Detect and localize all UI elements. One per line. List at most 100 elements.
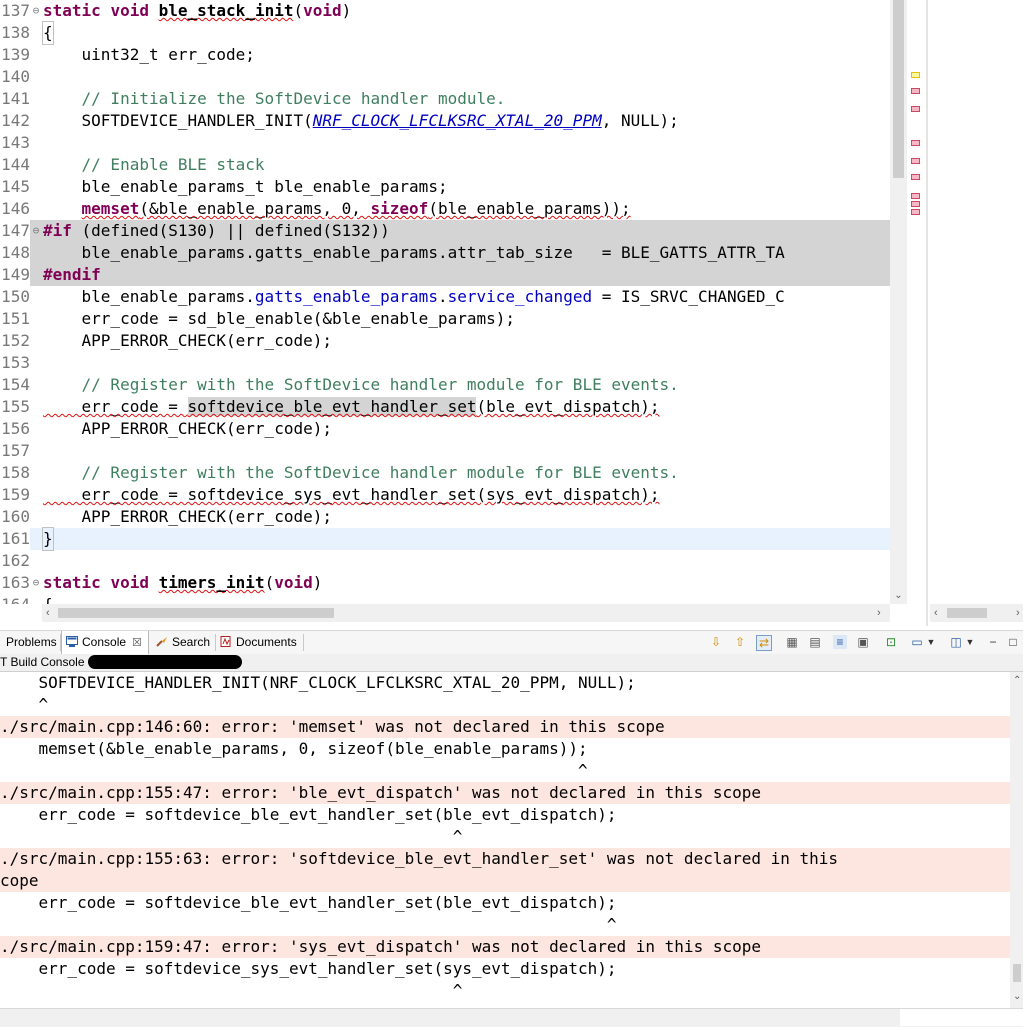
code-line-163[interactable]: 163 ⊖ static void timers_init(void) [0,572,892,594]
line-number: 156 [0,418,30,440]
code-line-140[interactable]: 140 [0,66,892,88]
code-line-162[interactable]: 162 [0,550,892,572]
word-wrap-icon[interactable]: ≡ [833,635,847,649]
code-line-152[interactable]: 152 APP_ERROR_CHECK(err_code); [0,330,892,352]
code-line-137[interactable]: 137 ⊖ static void ble_stack_init(void) [0,0,892,22]
line-number: 141 [0,88,30,110]
scroll-down-arrow-icon[interactable]: ⌄ [1013,988,1021,1006]
console-vertical-scrollbar[interactable] [1010,672,1023,1008]
tab-divider [303,634,304,651]
code-line-158[interactable]: 158 // Register with the SoftDevice hand… [0,462,892,484]
code-line-164[interactable]: 164 { [0,594,892,604]
code-comment: // Register with the SoftDevice handler … [43,463,679,482]
code-line-154[interactable]: 154 // Register with the SoftDevice hand… [0,374,892,396]
code-line-149[interactable]: 149 #endif [0,264,892,286]
code-line-141[interactable]: 141 // Initialize the SoftDevice handler… [0,88,892,110]
code-line-144[interactable]: 144 // Enable BLE stack [0,154,892,176]
code-line-145[interactable]: 145 ble_enable_params_t ble_enable_param… [0,176,892,198]
error-marker-icon[interactable] [911,174,920,180]
code-line-161[interactable]: 161 } [0,527,892,551]
line-number: 146 [0,198,30,220]
scroll-lock-icon[interactable]: ⇄ [756,635,772,651]
code-line-146[interactable]: 146 memset(&ble_enable_params, 0, sizeof… [0,198,892,220]
scroll-to-previous-icon[interactable]: ⇧ [733,635,747,649]
tab-search-label: Search [172,635,211,649]
code-line-153[interactable]: 153 [0,352,892,374]
editor-vertical-scroll-thumb[interactable] [893,0,904,178]
code-text: ble_enable_params.gatts_enable_params.at… [43,243,785,262]
code-line-148[interactable]: 148 ble_enable_params.gatts_enable_param… [0,242,892,264]
status-area [900,1009,1023,1026]
code-line-142[interactable]: 142 SOFTDEVICE_HANDLER_INIT(NRF_CLOCK_LF… [0,110,892,132]
dropdown-arrow-icon[interactable]: ▼ [924,635,938,649]
minimize-icon[interactable]: − [986,635,1000,649]
code-line-150[interactable]: 150 ble_enable_params.gatts_enable_param… [0,286,892,308]
line-number: 150 [0,286,30,308]
scroll-right-arrow-icon[interactable]: › [877,604,881,622]
dropdown-arrow-icon[interactable]: ▼ [963,635,977,649]
display-console-icon[interactable]: ▭ [910,635,924,649]
code-line-151[interactable]: 151 err_code = sd_ble_enable(&ble_enable… [0,308,892,330]
copy-icon[interactable]: ▦ [785,635,799,649]
console-title: T Build Console [0,655,85,669]
line-number: 147 [0,220,30,242]
maximize-icon[interactable]: □ [1006,635,1020,649]
line-number: 145 [0,176,30,198]
scroll-down-arrow-icon[interactable]: ⌄ [890,588,907,604]
code-line-159[interactable]: 159 err_code = softdevice_sys_evt_handle… [0,484,892,506]
fold-minus-icon[interactable]: ⊖ [31,220,41,242]
error-marker-icon[interactable] [911,106,920,112]
code-line-157[interactable]: 157 [0,440,892,462]
close-icon[interactable]: ☒ [132,637,142,649]
error-marker-icon[interactable] [911,209,920,215]
code-editor[interactable]: 137 ⊖ static void ble_stack_init(void) 1… [0,0,1023,626]
warning-marker-icon[interactable] [911,72,920,78]
tab-problems[interactable]: Problems [2,631,61,654]
line-number: 155 [0,396,30,418]
console-vertical-scroll-thumb[interactable] [1013,964,1021,982]
code-line-138[interactable]: 138 { [0,21,892,45]
code-line-147[interactable]: 147 ⊖ #if (defined(S130) || defined(S132… [0,220,892,242]
line-number: 159 [0,484,30,506]
error-marker-icon[interactable] [911,140,920,146]
scroll-right-arrow-icon[interactable]: › [1016,604,1020,622]
outline-pane[interactable] [928,0,1023,604]
code-comment: // Enable BLE stack [43,155,265,174]
clear-console-icon[interactable]: ▣ [856,635,870,649]
code-line-143[interactable]: 143 [0,132,892,154]
tab-console[interactable]: Console ☒ [61,631,149,654]
error-marker-icon[interactable] [911,158,920,164]
function-name: timers_init [158,573,265,592]
tab-documents[interactable]: Documents [216,631,301,654]
code-line-160[interactable]: 160 APP_ERROR_CHECK(err_code); [0,506,892,528]
line-number: 164 [0,594,30,604]
tab-search[interactable]: Search [152,631,214,654]
fold-minus-icon[interactable]: ⊖ [31,572,41,594]
code-line-156[interactable]: 156 APP_ERROR_CHECK(err_code); [0,418,892,440]
outline-horizontal-scroll-thumb[interactable] [947,608,987,618]
error-marker-icon[interactable] [911,201,920,207]
line-number: 160 [0,506,30,528]
console-horizontal-scrollbar[interactable] [0,1008,1023,1027]
preprocessor-keyword: #if [43,221,72,240]
overview-ruler[interactable] [907,0,923,604]
error-marker-icon[interactable] [911,193,920,199]
scroll-left-arrow-icon[interactable]: ‹ [46,604,50,622]
code-area[interactable]: 137 ⊖ static void ble_stack_init(void) 1… [0,0,892,604]
open-console-icon[interactable]: ◫ [949,635,963,649]
line-number: 161 [0,528,30,550]
line-number: 154 [0,374,30,396]
code-line-139[interactable]: 139 uint32_t err_code; [0,44,892,66]
scroll-to-next-icon[interactable]: ⇩ [709,635,723,649]
console-output[interactable]: SOFTDEVICE_HANDLER_INIT(NRF_CLOCK_LFCLKS… [0,672,1010,1008]
scroll-up-arrow-icon[interactable]: ⌃ [1013,672,1021,690]
error-marker-icon[interactable] [911,88,920,94]
code-text: ( [293,1,304,20]
code-line-155[interactable]: 155 err_code = softdevice_ble_evt_handle… [0,396,892,418]
code-text: ( [264,573,275,592]
pin-console-icon[interactable]: ⊡ [884,635,898,649]
editor-horizontal-scroll-thumb[interactable] [58,608,334,618]
fold-minus-icon[interactable]: ⊖ [31,0,41,22]
scroll-left-arrow-icon[interactable]: ‹ [934,604,938,622]
paste-icon[interactable]: ▤ [808,635,822,649]
